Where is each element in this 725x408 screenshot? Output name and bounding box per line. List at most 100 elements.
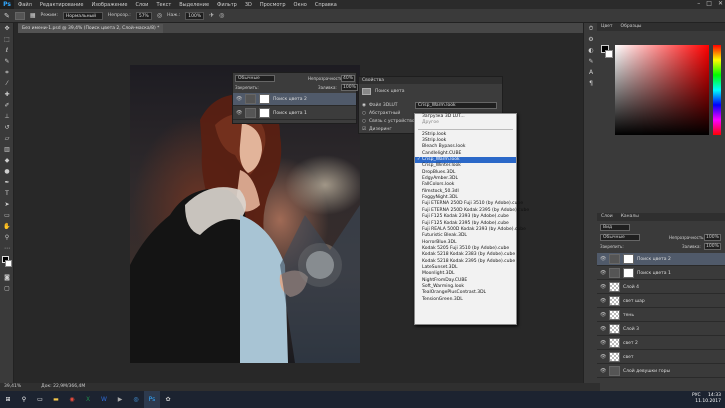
color-picker-field[interactable] xyxy=(615,45,709,135)
menu-image[interactable]: Изображение xyxy=(87,2,131,8)
brush-panel-icon[interactable]: ▦ xyxy=(30,12,36,19)
eyedropper-tool-icon[interactable]: ⁄ xyxy=(0,78,14,89)
brush-preset-button[interactable] xyxy=(14,11,25,20)
type-tool-icon[interactable]: T xyxy=(0,188,14,199)
layer-mask-thumb[interactable] xyxy=(259,108,270,118)
eye-icon[interactable]: 👁 xyxy=(600,340,606,346)
properties-panel-icon[interactable]: ⚙ xyxy=(584,34,598,45)
photoshop-taskbar-icon[interactable]: Ps xyxy=(144,391,160,408)
document-tab[interactable]: Без имени-1.psd @ 39,4% (Поиск цвета 2, … xyxy=(18,24,164,33)
menu-layers[interactable]: Слои xyxy=(131,2,152,8)
eye-icon[interactable]: 👁 xyxy=(600,284,606,290)
layer-row[interactable]: 👁 Слой 3 xyxy=(597,323,725,336)
character-panel-icon[interactable]: A xyxy=(584,67,598,78)
eye-icon[interactable]: 👁 xyxy=(600,312,606,318)
layer-row[interactable]: 👁 Поиск цвета 2 xyxy=(597,253,725,266)
brush-tool-icon[interactable]: ✐ xyxy=(0,100,14,111)
menu-select[interactable]: Выделение xyxy=(175,2,213,8)
eye-icon[interactable]: 👁 xyxy=(236,96,242,102)
menu-window[interactable]: Окно xyxy=(290,2,311,8)
layer-row[interactable]: 👁 Поиск цвета 1 xyxy=(597,267,725,280)
opacity-field[interactable]: 57% xyxy=(135,11,152,20)
background-color-swatch[interactable] xyxy=(5,260,12,267)
menu-type[interactable]: Текст xyxy=(152,2,175,8)
dodge-tool-icon[interactable]: ● xyxy=(0,166,14,177)
more-tools-icon[interactable]: ⋯ xyxy=(0,243,14,254)
stamp-tool-icon[interactable]: ⊥ xyxy=(0,111,14,122)
layers-opacity-field[interactable]: 100% xyxy=(704,234,721,241)
shape-tool-icon[interactable]: ▭ xyxy=(0,210,14,221)
lang-indicator[interactable]: РУС xyxy=(692,393,701,398)
tab-swatches[interactable]: Образцы xyxy=(621,23,642,31)
layers-blend-select[interactable]: Обычные xyxy=(600,234,640,241)
dither-checkbox[interactable]: ☑ xyxy=(362,127,366,132)
pressure-size-icon[interactable]: ◎ xyxy=(219,12,224,19)
menu-edit[interactable]: Редактирование xyxy=(36,2,88,8)
eye-icon[interactable]: 👁 xyxy=(600,270,606,276)
floating-blend-select[interactable]: Обычные xyxy=(235,75,275,82)
adjustments-panel-icon[interactable]: ◐ xyxy=(584,45,598,56)
airbrush-icon[interactable]: ✈ xyxy=(209,12,214,19)
layer-mask-thumb[interactable] xyxy=(623,254,634,264)
excel-icon[interactable]: X xyxy=(80,391,96,408)
history-panel-icon[interactable]: ⏱ xyxy=(584,23,598,34)
layers-fill-field[interactable]: 100% xyxy=(704,243,721,250)
flow-field[interactable]: 100% xyxy=(185,11,205,20)
floating-layer-row[interactable]: 👁 Поиск цвета 2 xyxy=(233,93,356,106)
zoom-level[interactable]: 39,41% xyxy=(4,383,21,391)
floating-fill-field[interactable]: 100% xyxy=(341,84,358,91)
menu-view[interactable]: Просмотр xyxy=(256,2,290,8)
paragraph-panel-icon[interactable]: ¶ xyxy=(584,78,598,89)
layer-row[interactable]: 👁 свет xyxy=(597,351,725,364)
layer-mask-thumb[interactable] xyxy=(623,268,634,278)
hue-slider[interactable] xyxy=(713,45,721,135)
layer-row[interactable]: 👁 Слой 4 xyxy=(597,281,725,294)
menu-help[interactable]: Справка xyxy=(311,2,341,8)
tab-color[interactable]: Цвет xyxy=(601,23,613,31)
tab-channels[interactable]: Каналы xyxy=(621,213,639,221)
minimize-button[interactable]: – xyxy=(697,0,700,7)
zoom-tool-icon[interactable]: ⚲ xyxy=(0,232,14,243)
eye-icon[interactable]: 👁 xyxy=(600,368,606,374)
radio-3dlut-icon[interactable]: ◉ xyxy=(362,103,366,108)
media-icon[interactable]: ▶ xyxy=(112,391,128,408)
layer-row[interactable]: 👁 Слой девушки горы xyxy=(597,365,725,378)
app-taskbar-icon[interactable]: ✿ xyxy=(160,391,176,408)
maximize-button[interactable]: □ xyxy=(706,0,712,7)
floating-layer-row[interactable]: 👁 Поиск цвета 1 xyxy=(233,107,356,120)
floating-opacity-field[interactable]: 40% xyxy=(341,75,356,82)
path-select-tool-icon[interactable]: ➤ xyxy=(0,199,14,210)
layer-kind-filter[interactable]: Вид xyxy=(600,224,630,231)
eye-icon[interactable]: 👁 xyxy=(600,298,606,304)
marquee-tool-icon[interactable]: ⬚ xyxy=(0,34,14,45)
system-clock[interactable]: РУС 14:33 11.10.2017 xyxy=(692,393,721,405)
layer-mask-thumb[interactable] xyxy=(259,94,270,104)
chrome-icon[interactable]: ◉ xyxy=(64,391,80,408)
gradient-tool-icon[interactable]: ▥ xyxy=(0,144,14,155)
tab-layers[interactable]: Слои xyxy=(601,213,613,221)
eraser-tool-icon[interactable]: ▱ xyxy=(0,133,14,144)
menu-filter[interactable]: Фильтр xyxy=(213,2,241,8)
lut-option[interactable]: TensionGreen.3DL xyxy=(415,297,516,303)
word-icon[interactable]: W xyxy=(96,391,112,408)
quick-select-tool-icon[interactable]: ✎ xyxy=(0,56,14,67)
layer-row[interactable]: 👁 тень xyxy=(597,309,725,322)
eye-icon[interactable]: 👁 xyxy=(600,326,606,332)
file-3dlut-select[interactable]: Crisp_Warm.look xyxy=(415,102,497,109)
eye-icon[interactable]: 👁 xyxy=(600,256,606,262)
healing-tool-icon[interactable]: ✚ xyxy=(0,89,14,100)
pen-tool-icon[interactable]: ✒ xyxy=(0,177,14,188)
blur-tool-icon[interactable]: ◆ xyxy=(0,155,14,166)
browser-icon[interactable]: ◎ xyxy=(128,391,144,408)
color-swatches[interactable] xyxy=(0,254,13,272)
crop-tool-icon[interactable]: ⌗ xyxy=(0,67,14,78)
close-button[interactable]: ✕ xyxy=(718,0,723,7)
menu-file[interactable]: Файл xyxy=(14,2,36,8)
layer-row[interactable]: 👁 свет шар xyxy=(597,295,725,308)
history-brush-tool-icon[interactable]: ↺ xyxy=(0,122,14,133)
color-panel-bg-swatch[interactable] xyxy=(605,50,613,58)
layer-row[interactable]: 👁 свет 2 xyxy=(597,337,725,350)
explorer-icon[interactable]: ▬ xyxy=(48,391,64,408)
menu-3d[interactable]: 3D xyxy=(241,2,256,8)
screen-mode-icon[interactable]: ▢ xyxy=(0,283,14,294)
